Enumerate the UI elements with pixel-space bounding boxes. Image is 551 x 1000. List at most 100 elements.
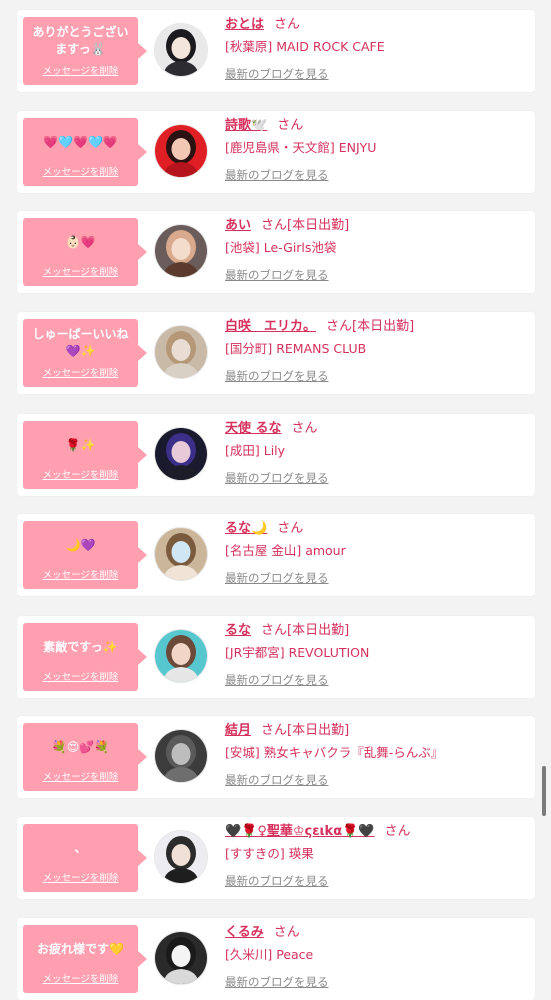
message-bubble: 、メッセージを削除 — [23, 824, 147, 892]
message-bubble: 🌙💜 メッセージを削除 — [23, 521, 147, 589]
avatar-face — [171, 743, 191, 765]
shop-name: [成田] Lily — [225, 443, 286, 458]
delete-message-link[interactable]: メッセージを削除 — [43, 567, 119, 581]
cast-name-link[interactable]: 白咲 エリカ。 — [225, 319, 316, 334]
message-card: 💐😍💕💐 メッセージを削除 結月 さん[本日出勤] [安城] 熟女キャバクラ『乱舞-らん… — [17, 716, 535, 798]
avatar[interactable] — [155, 326, 207, 378]
latest-blog-link[interactable]: 最新のブログを見る — [225, 267, 329, 283]
honorific: さん — [291, 421, 318, 436]
avatar-image — [155, 528, 207, 580]
message-text: 、 — [74, 840, 87, 855]
cast-name-link[interactable]: あい — [225, 218, 251, 233]
cast-info: 天使 るな さん [成田] Lily 最新のブログを見る — [225, 420, 530, 486]
message-bubble: 🌹✨ メッセージを削除 — [23, 421, 147, 489]
latest-blog-link[interactable]: 最新のブログを見る — [225, 368, 329, 384]
cast-name-line: るな さん[本日出勤] — [225, 622, 530, 640]
cast-name-link[interactable]: 詩歌🕊️ — [225, 118, 267, 133]
avatar-face — [171, 37, 191, 59]
message-text: 🌙💜 — [65, 537, 96, 552]
shop-name: [安城] 熟女キャバクラ『乱舞-らんぶ』 — [225, 745, 444, 760]
delete-message-link[interactable]: メッセージを削除 — [43, 769, 119, 783]
latest-blog-link[interactable]: 最新のブログを見る — [225, 66, 329, 82]
delete-message-link[interactable]: メッセージを削除 — [43, 669, 119, 683]
delete-message-link[interactable]: メッセージを削除 — [43, 971, 119, 985]
avatar-face — [171, 138, 191, 160]
cast-name-link[interactable]: くるみ — [225, 925, 264, 940]
delete-message-link[interactable]: メッセージを削除 — [43, 164, 119, 178]
cast-info: 🖤🌹♀聖華♔ςειkα🌹🖤 さん [すすきの] 瑛果 最新のブログを見る — [225, 823, 530, 889]
shop-name: [久米川] Peace — [225, 947, 314, 962]
avatar-face — [171, 945, 191, 967]
avatar-face — [171, 238, 191, 260]
cast-name-line: あい さん[本日出勤] — [225, 217, 530, 235]
cast-name-line: 🖤🌹♀聖華♔ςειkα🌹🖤 さん — [225, 823, 530, 841]
avatar-image — [155, 125, 207, 177]
avatar[interactable] — [155, 428, 207, 480]
avatar-face — [171, 541, 191, 563]
cast-name-link[interactable]: おとは — [225, 17, 264, 32]
cast-name-link[interactable]: るな🌙 — [225, 521, 267, 536]
message-bubble: しゅーぱーいいね💜✨ メッセージを削除 — [23, 319, 147, 387]
message-text: ありがとうございますっ🐰 — [32, 25, 129, 56]
avatar[interactable] — [155, 630, 207, 682]
latest-blog-link[interactable]: 最新のブログを見る — [225, 672, 329, 688]
cast-info: 結月 さん[本日出勤] [安城] 熟女キャバクラ『乱舞-らんぶ』 最新のブログを見る — [225, 722, 530, 788]
latest-blog-link[interactable]: 最新のブログを見る — [225, 873, 329, 889]
delete-message-link[interactable]: メッセージを削除 — [43, 365, 119, 379]
shop-name: [名古屋 金山] amour — [225, 543, 346, 558]
cast-info: るな さん[本日出勤] [JR宇都宮] REVOLUTION 最新のブログを見る — [225, 622, 530, 688]
honorific: さん — [273, 925, 300, 940]
latest-blog-link[interactable]: 最新のブログを見る — [225, 570, 329, 586]
message-bubble: 素敵ですっ✨ メッセージを削除 — [23, 623, 147, 691]
delete-message-link[interactable]: メッセージを削除 — [43, 467, 119, 481]
shop-name: [国分町] REMANS CLUB — [225, 341, 367, 356]
cast-info: くるみ さん [久米川] Peace 最新のブログを見る — [225, 924, 530, 990]
message-card: しゅーぱーいいね💜✨ メッセージを削除 白咲 エリカ。 さん[本日出勤] [国分町] R… — [17, 312, 535, 394]
latest-blog-link[interactable]: 最新のブログを見る — [225, 974, 329, 990]
shop-name: [秋葉原] MAID ROCK CAFE — [225, 39, 385, 54]
message-text: 素敵ですっ✨ — [43, 639, 118, 654]
delete-message-link[interactable]: メッセージを削除 — [43, 63, 119, 77]
message-bubble: 💗🩵💗🩵💗 メッセージを削除 — [23, 118, 147, 186]
message-card: 素敵ですっ✨ メッセージを削除 るな さん[本日出勤] [JR宇都宮] REVOLUTI… — [17, 616, 535, 698]
avatar-image — [155, 24, 207, 76]
avatar[interactable] — [155, 932, 207, 984]
avatar-image — [155, 730, 207, 782]
avatar-image — [155, 630, 207, 682]
scrollbar[interactable] — [542, 766, 546, 816]
cast-name-line: 天使 るな さん — [225, 420, 530, 438]
cast-name-line: おとは さん — [225, 16, 530, 34]
honorific: さん — [261, 218, 288, 233]
attendance-badge: [本日出勤] — [287, 723, 350, 738]
honorific: さん — [277, 118, 304, 133]
avatar-face — [171, 441, 191, 463]
cast-name-line: 詩歌🕊️ さん — [225, 117, 530, 135]
avatar[interactable] — [155, 528, 207, 580]
honorific: さん — [277, 521, 304, 536]
cast-name-link[interactable]: 🖤🌹♀聖華♔ςειkα🌹🖤 — [225, 824, 375, 839]
attendance-badge: [本日出勤] — [287, 218, 350, 233]
latest-blog-link[interactable]: 最新のブログを見る — [225, 772, 329, 788]
cast-name-link[interactable]: 天使 るな — [225, 421, 282, 436]
cast-name-line: るな🌙 さん — [225, 520, 530, 538]
avatar[interactable] — [155, 730, 207, 782]
latest-blog-link[interactable]: 最新のブログを見る — [225, 167, 329, 183]
avatar[interactable] — [155, 831, 207, 883]
delete-message-link[interactable]: メッセージを削除 — [43, 870, 119, 884]
avatar-image — [155, 932, 207, 984]
avatar-face — [171, 844, 191, 866]
latest-blog-link[interactable]: 最新のブログを見る — [225, 470, 329, 486]
cast-name-link[interactable]: るな — [225, 623, 251, 638]
delete-message-link[interactable]: メッセージを削除 — [43, 264, 119, 278]
message-card: 🌙💜 メッセージを削除 るな🌙 さん [名古屋 金山] amour 最新のブログを見る — [17, 514, 535, 596]
avatar-image — [155, 831, 207, 883]
avatar[interactable] — [155, 24, 207, 76]
avatar[interactable] — [155, 125, 207, 177]
avatar-image — [155, 428, 207, 480]
avatar-image — [155, 326, 207, 378]
honorific: さん — [261, 723, 288, 738]
avatar[interactable] — [155, 225, 207, 277]
message-text: お疲れ様です💛 — [37, 941, 124, 956]
message-bubble: 👶🏻💗 メッセージを削除 — [23, 218, 147, 286]
cast-name-link[interactable]: 結月 — [225, 723, 251, 738]
